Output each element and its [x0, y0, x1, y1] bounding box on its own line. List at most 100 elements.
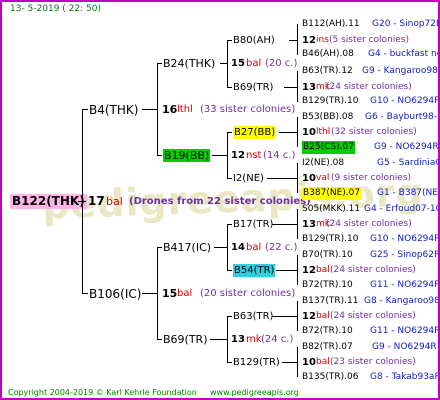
connector: [82, 109, 88, 110]
ancestor-word: lthl: [316, 127, 331, 137]
footer-copyright: Copyright 2004-2019 © Karl Kehrle Founda…: [8, 388, 197, 397]
ancestor-name[interactable]: B72(TR).10: [302, 279, 353, 292]
ancestor-code: G8 - Kangaroo98R: [364, 296, 440, 306]
ancestor-num: 10: [302, 357, 316, 368]
connector: [297, 163, 298, 193]
ancestor-note: (32 sister colonies): [331, 127, 417, 137]
ancestor-name[interactable]: B70(TR).10: [302, 249, 353, 262]
connector: [220, 63, 227, 64]
g1-name[interactable]: B106(IC): [89, 287, 141, 301]
header-date: 13- 5-2019 ( 22: 50): [10, 4, 101, 14]
ancestor-name[interactable]: B72(TR).10: [302, 325, 353, 338]
connector: [297, 347, 298, 377]
g2-name[interactable]: B417(IC): [163, 241, 211, 254]
g2-num: 12: [231, 150, 245, 161]
ancestor-name[interactable]: B135(TR).06: [302, 371, 358, 384]
ancestor-note: (23 sister colonies): [330, 357, 416, 367]
root-num: 17: [88, 194, 105, 208]
ancestor-code: G9 - NO6294R: [372, 342, 437, 352]
connector: [227, 224, 228, 270]
g3-name[interactable]: B27(BB): [233, 126, 277, 139]
g2-name[interactable]: B24(THK): [163, 57, 215, 70]
connector: [272, 316, 297, 317]
root-note: (Drones from 22 sister colonies): [129, 196, 311, 207]
g2-name[interactable]: B19(BB): [163, 149, 211, 162]
ancestor-name[interactable]: B112(AH).11: [302, 18, 360, 31]
g3-name[interactable]: B54(TR): [233, 264, 276, 277]
connector: [227, 132, 228, 178]
ancestor-num: 10: [302, 127, 316, 138]
ancestor-name[interactable]: B46(AH).08: [302, 48, 354, 61]
ancestor-code: G8 - Takab93aR: [370, 372, 440, 382]
connector: [157, 247, 162, 248]
footer-url[interactable]: www.pedigreeapis.org: [210, 386, 299, 398]
ancestor-name[interactable]: B129(TR).10: [302, 95, 358, 108]
ancestor-code: G9 - Kangaroo98R: [362, 66, 440, 76]
g3-name[interactable]: B80(AH): [233, 34, 275, 47]
connector: [212, 155, 227, 156]
ancestor-name[interactable]: B129(TR).10: [302, 233, 358, 246]
connector: [227, 87, 232, 88]
ancestor-name[interactable]: B25(CS).07: [302, 141, 355, 154]
connector: [227, 362, 232, 363]
ancestor-num: 13: [302, 219, 316, 230]
g3-name[interactable]: I2(NE): [233, 172, 264, 185]
ancestor-word: val: [316, 173, 330, 183]
ancestor-num: 12: [302, 35, 316, 46]
connector: [279, 132, 297, 133]
ancestor-name[interactable]: B82(TR).07: [302, 341, 353, 354]
g3-name[interactable]: B63(TR): [233, 310, 273, 323]
connector: [297, 24, 298, 55]
g2-word: mk: [246, 334, 262, 345]
ancestor-note: (24 sister colonies): [326, 82, 412, 92]
connector: [267, 178, 297, 179]
connector: [210, 339, 227, 340]
ancestor-word: bal: [316, 265, 330, 275]
ancestor-num: 12: [302, 311, 316, 322]
g2-word: nst: [246, 150, 262, 161]
ancestor-word: bal: [316, 311, 330, 321]
ancestor-code: G1 - B387(NE): [377, 188, 440, 198]
g3-name[interactable]: B129(TR): [233, 356, 280, 369]
connector: [157, 339, 162, 340]
connector: [227, 224, 232, 225]
ancestor-name[interactable]: B387(NE).07: [302, 187, 362, 200]
connector: [157, 247, 158, 339]
ancestor-name[interactable]: B63(TR).12: [302, 65, 353, 78]
g2-note: (24 c.): [261, 334, 294, 345]
connector: [297, 301, 298, 331]
ancestor-name[interactable]: B53(BB).08: [302, 111, 353, 124]
ancestor-code: G11 - NO6294R: [370, 326, 440, 336]
connector: [227, 40, 232, 41]
connector: [157, 63, 158, 155]
connector: [227, 40, 228, 87]
g2-num: 13: [231, 334, 245, 345]
g2-num: 15: [231, 58, 245, 69]
connector: [284, 87, 297, 88]
ancestor-name[interactable]: I2(NE).08: [302, 157, 344, 170]
connector: [272, 224, 297, 225]
ancestor-note: (24 sister colonies): [330, 265, 416, 275]
connector: [227, 132, 232, 133]
g1-num: 15: [162, 287, 178, 300]
connector: [227, 178, 232, 179]
g2-name[interactable]: B69(TR): [163, 333, 208, 346]
g3-name[interactable]: B17(TR): [233, 218, 273, 231]
g2-word: bal: [246, 58, 262, 69]
connector: [82, 109, 83, 293]
connector: [289, 40, 297, 41]
ancestor-code: G11 - NO6294R: [370, 280, 440, 290]
root-name[interactable]: B122(THK): [10, 194, 87, 209]
pedigree-chart: pedigreeapis.org 13- 5-2019 ( 22: 50) B1…: [0, 0, 440, 400]
connector: [157, 63, 162, 64]
ancestor-word: ins: [316, 35, 329, 45]
ancestor-code: G4 - Erfoud07-1Q: [364, 204, 440, 214]
connector: [157, 155, 162, 156]
g1-num: 16: [162, 103, 178, 116]
ancestor-name[interactable]: S05(MKK).11: [302, 203, 360, 216]
ancestor-name[interactable]: B137(TR).11: [302, 295, 358, 308]
g2-note: (22 c.): [265, 242, 298, 253]
g1-name[interactable]: B4(THK): [89, 103, 138, 117]
g3-name[interactable]: B69(TR): [233, 81, 273, 94]
g1-word: lthl: [177, 104, 193, 115]
